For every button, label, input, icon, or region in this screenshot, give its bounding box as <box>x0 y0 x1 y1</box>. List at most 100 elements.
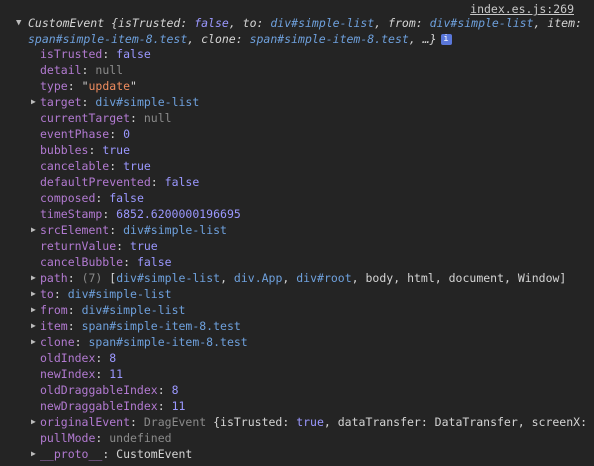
value-preview: {isTrusted: <box>206 415 297 429</box>
property-colon: : <box>157 383 172 397</box>
property-row-cancelBubble: cancelBubble: false <box>0 254 594 270</box>
property-value: null <box>143 111 172 125</box>
property-colon: : <box>95 431 110 445</box>
property-row-defaultPrevented: defaultPrevented: false <box>0 174 594 190</box>
property-row-type: type: "update" <box>0 78 594 94</box>
summary-line-2: span#simple-item-8.test, clone: span#sim… <box>0 31 594 47</box>
array-close: ] <box>559 271 567 285</box>
triangle-right-icon[interactable]: ▶ <box>31 334 36 350</box>
property-key: newDraggableIndex <box>40 399 158 413</box>
info-icon[interactable]: i <box>440 34 452 45</box>
property-row-path[interactable]: ▶ path: (7) [div#simple-list, div.App, di… <box>0 270 594 286</box>
property-colon: : <box>81 95 96 109</box>
triangle-right-icon[interactable]: ▶ <box>31 270 36 286</box>
triangle-right-icon[interactable]: ▶ <box>31 286 36 302</box>
triangle-right-icon[interactable]: ▶ <box>31 318 36 334</box>
summary-part: false <box>194 16 229 30</box>
path-sep: , <box>393 271 408 285</box>
property-value: null <box>95 63 124 77</box>
property-value: true <box>102 143 131 157</box>
property-colon: : <box>102 447 117 461</box>
summary-part: { <box>104 16 119 30</box>
value-preview: true <box>296 415 324 429</box>
property-value: span#simple-item-8.test <box>88 335 248 349</box>
summary-part: , to: <box>228 16 271 30</box>
property-row-to[interactable]: ▶ to: div#simple-list <box>0 286 594 302</box>
property-row-from[interactable]: ▶ from: div#simple-list <box>0 302 594 318</box>
property-row-isTrusted: isTrusted: false <box>0 46 594 62</box>
property-row-originalEvent[interactable]: ▶ originalEvent: DragEvent {isTrusted: tr… <box>0 414 594 430</box>
property-colon: : <box>130 111 144 125</box>
summary-part: div#simple-list <box>270 16 375 30</box>
summary-line-1: ▼ CustomEvent {isTrusted: false, to: div… <box>0 15 594 31</box>
property-row-returnValue: returnValue: true <box>0 238 594 254</box>
property-row-cancelable: cancelable: true <box>0 158 594 174</box>
triangle-right-icon[interactable]: ▶ <box>31 302 36 318</box>
property-colon: : <box>123 255 137 269</box>
path-item: Window <box>517 271 560 285</box>
property-row-clone[interactable]: ▶ clone: span#simple-item-8.test <box>0 334 594 350</box>
property-colon: : <box>53 287 68 301</box>
property-colon: : <box>150 175 165 189</box>
console-panel: index.es.js:269 ▼ CustomEvent {isTrusted… <box>0 0 594 466</box>
property-key: __proto__ <box>40 447 103 461</box>
property-key: timeStamp <box>40 207 103 221</box>
path-sep: , <box>504 271 518 285</box>
path-sep: , <box>282 271 297 285</box>
property-key: originalEvent <box>40 415 131 429</box>
property-colon: : <box>88 143 103 157</box>
property-row-item[interactable]: ▶ item: span#simple-item-8.test <box>0 318 594 334</box>
property-key: to <box>40 287 54 301</box>
property-value: false <box>164 175 200 189</box>
path-item: div#simple-list <box>116 271 221 285</box>
property-colon: : <box>74 335 89 349</box>
property-value: false <box>109 191 144 205</box>
summary-part: isTrusted: <box>118 16 195 30</box>
property-value: 11 <box>109 367 124 381</box>
summary-part: span#simple-item-8.test <box>28 32 188 46</box>
property-row-newDraggableIndex: newDraggableIndex: 11 <box>0 398 594 414</box>
property-key: currentTarget <box>40 111 131 125</box>
property-value: 6852.6200000196695 <box>116 207 241 221</box>
triangle-right-icon[interactable]: ▶ <box>31 94 36 110</box>
property-key: newIndex <box>40 367 96 381</box>
property-key: from <box>40 303 68 317</box>
property-value: div#simple-list <box>81 303 186 317</box>
property-key: composed <box>40 191 96 205</box>
triangle-down-icon[interactable]: ▼ <box>16 15 21 31</box>
value-class: DragEvent <box>143 415 207 429</box>
property-key: returnValue <box>40 239 117 253</box>
property-row-eventPhase: eventPhase: 0 <box>0 126 594 142</box>
event-summary[interactable]: ▼ CustomEvent {isTrusted: false, to: div… <box>0 15 594 47</box>
property-colon: : <box>81 63 96 77</box>
property-colon: : <box>157 399 172 413</box>
property-row-srcElement[interactable]: ▶ srcElement: div#simple-list <box>0 222 594 238</box>
property-value: false <box>116 47 151 61</box>
property-row-composed: composed: false <box>0 190 594 206</box>
property-colon: : <box>109 223 124 237</box>
property-key: clone <box>40 335 75 349</box>
array-length: (7) <box>81 271 110 285</box>
summary-part: , clone: <box>187 32 250 46</box>
path-item: document <box>448 271 505 285</box>
triangle-right-icon[interactable]: ▶ <box>31 222 36 238</box>
property-value: true <box>130 239 158 253</box>
path-sep: , <box>351 271 366 285</box>
property-colon: : <box>95 191 110 205</box>
property-colon: : <box>102 207 117 221</box>
property-row-proto[interactable]: ▶ __proto__: CustomEvent <box>0 446 594 462</box>
source-link[interactable]: index.es.js:269 <box>470 2 574 16</box>
path-sep: , <box>220 271 234 285</box>
triangle-right-icon[interactable]: ▶ <box>31 414 36 430</box>
property-row-timeStamp: timeStamp: 6852.6200000196695 <box>0 206 594 222</box>
path-item: body <box>365 271 394 285</box>
triangle-right-icon[interactable]: ▶ <box>31 446 36 462</box>
quote: " <box>130 79 137 93</box>
property-key: item <box>40 319 68 333</box>
property-key: oldDraggableIndex <box>40 383 158 397</box>
property-colon: : <box>102 47 117 61</box>
property-value: div#simple-list <box>95 95 200 109</box>
property-row-target[interactable]: ▶ target: div#simple-list <box>0 94 594 110</box>
property-key: eventPhase <box>40 127 110 141</box>
property-key: oldIndex <box>40 351 96 365</box>
